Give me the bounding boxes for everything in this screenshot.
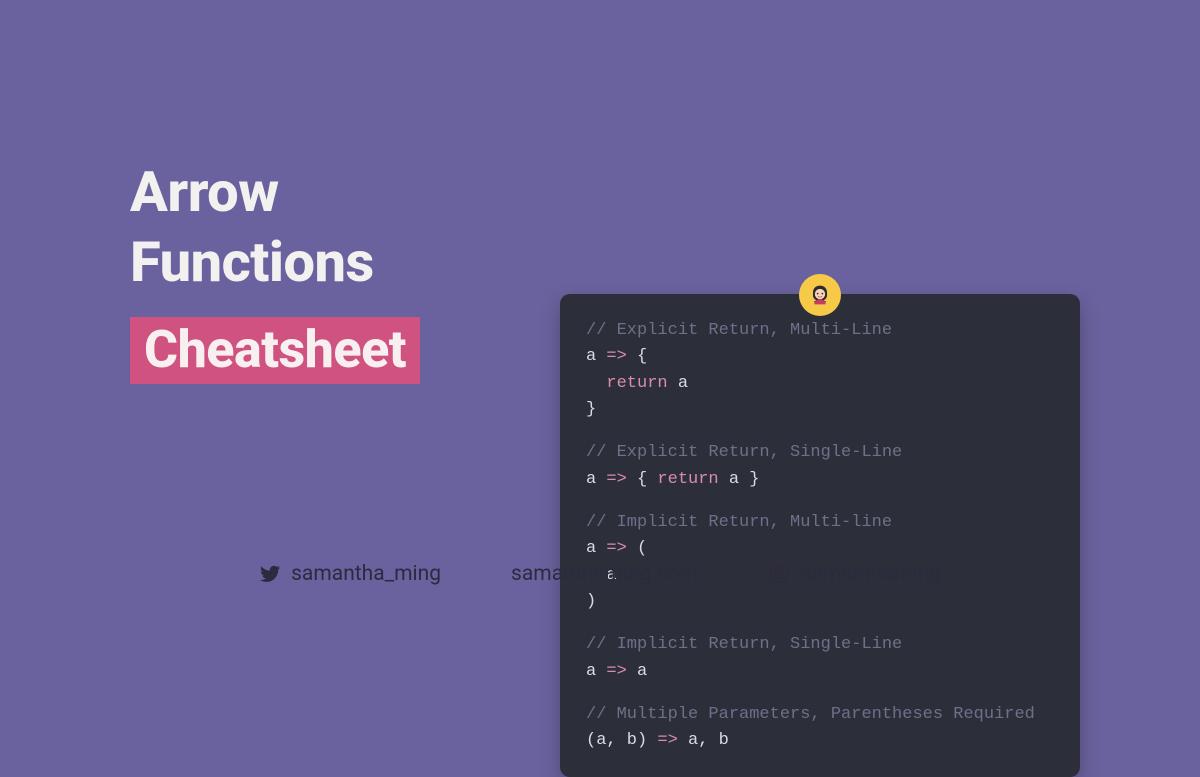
code-comment: // Explicit Return, Multi-Line bbox=[586, 318, 1054, 344]
code-line: } bbox=[586, 397, 1054, 423]
twitter-icon bbox=[259, 563, 281, 585]
code-content: // Explicit Return, Multi-Linea => { ret… bbox=[586, 318, 1054, 755]
instagram-handle: samanthaming bbox=[768, 562, 940, 586]
code-line: a => { bbox=[586, 344, 1054, 370]
code-comment: // Explicit Return, Single-Line bbox=[586, 440, 1054, 466]
title-line: Functions bbox=[130, 227, 560, 297]
code-line: a => a bbox=[586, 659, 1054, 685]
code-comment: // Implicit Return, Multi-line bbox=[586, 510, 1054, 536]
title-line: Arrow bbox=[130, 157, 560, 227]
twitter-handle: samantha_ming bbox=[259, 562, 441, 586]
instagram-icon bbox=[768, 563, 790, 585]
code-line: ) bbox=[586, 589, 1054, 615]
footer: samantha_ming samanthaming.com samantham… bbox=[0, 562, 1200, 586]
twitter-text: samantha_ming bbox=[291, 562, 441, 586]
title-highlight: Cheatsheet bbox=[130, 317, 420, 384]
code-comment: // Multiple Parameters, Parentheses Requ… bbox=[586, 702, 1054, 728]
code-line: return a bbox=[586, 371, 1054, 397]
avatar-icon bbox=[805, 280, 835, 310]
website-text: samanthaming.com bbox=[511, 562, 698, 586]
code-line: a => ( bbox=[586, 536, 1054, 562]
title-block: Arrow Functions Cheatsheet bbox=[0, 157, 560, 384]
code-comment: // Implicit Return, Single-Line bbox=[586, 632, 1054, 658]
instagram-text: samanthaming bbox=[800, 562, 940, 586]
code-card: // Explicit Return, Multi-Linea => { ret… bbox=[560, 294, 1080, 777]
avatar bbox=[799, 274, 841, 316]
code-line: a => { return a } bbox=[586, 467, 1054, 493]
website-handle: samanthaming.com bbox=[511, 562, 698, 586]
code-line: (a, b) => a, b bbox=[586, 728, 1054, 754]
